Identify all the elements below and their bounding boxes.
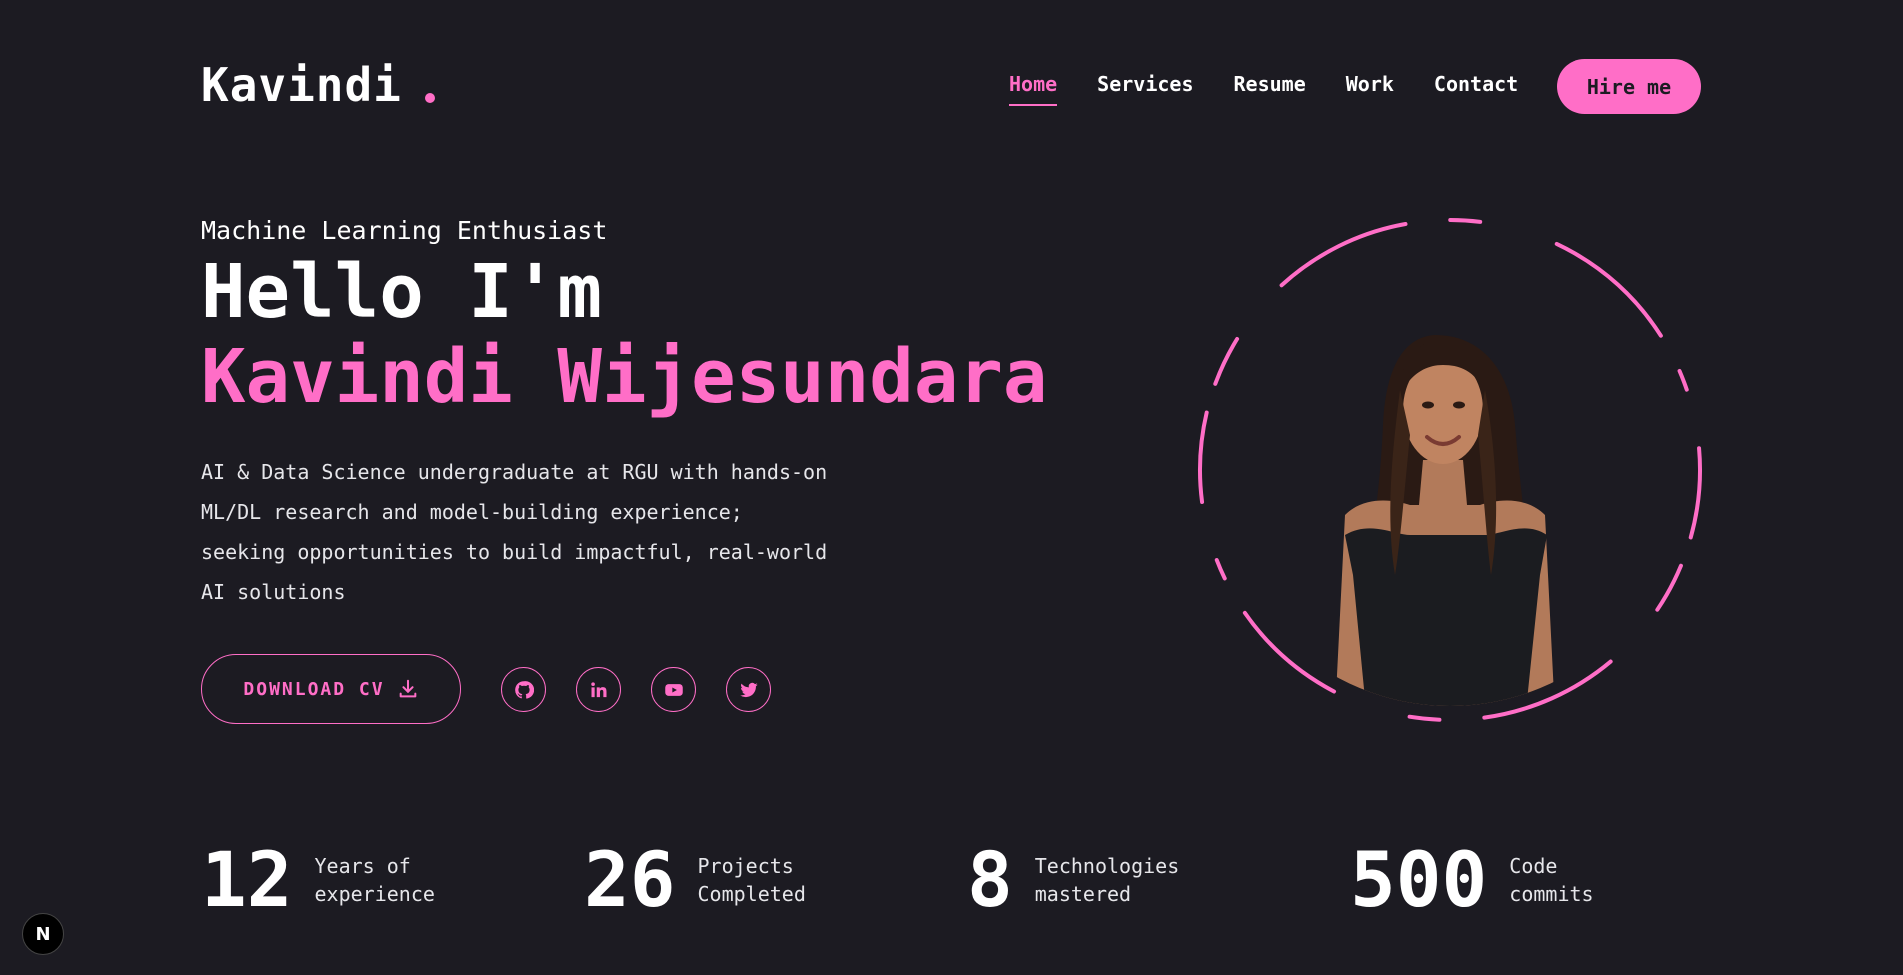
stat-label-line: Projects: [697, 854, 794, 878]
linkedin-link[interactable]: [576, 667, 621, 712]
download-cv-label: DOWNLOAD CV: [243, 678, 385, 700]
stat-item: 12 Years of experience: [201, 840, 435, 920]
twitter-icon: [739, 682, 758, 697]
nav-home[interactable]: Home: [1009, 72, 1058, 106]
stat-label-line: Years of: [314, 854, 411, 878]
nav-work[interactable]: Work: [1346, 72, 1394, 96]
stat-label-line: experience: [314, 882, 435, 906]
nav-contact[interactable]: Contact: [1434, 72, 1518, 96]
youtube-link[interactable]: [651, 667, 696, 712]
stat-label: Technologies mastered: [1035, 852, 1180, 908]
main-nav: Home Services Resume Work Contact: [1009, 72, 1518, 106]
portrait-photo: [1335, 335, 1555, 706]
nextjs-badge[interactable]: N: [22, 913, 64, 955]
portrait-section: [1195, 215, 1705, 725]
github-icon: [514, 680, 534, 699]
download-cv-button[interactable]: DOWNLOAD CV: [201, 654, 461, 724]
nav-services[interactable]: Services: [1097, 72, 1193, 96]
bio-line: ML/DL research and model-building experi…: [201, 500, 743, 524]
hero-greeting: Hello I'm: [201, 249, 602, 335]
hero-bio: AI & Data Science undergraduate at RGU w…: [201, 452, 851, 612]
stat-label-line: Technologies: [1034, 854, 1180, 878]
stat-item: 26 Projects Completed: [584, 840, 806, 920]
stats-row: 12 Years of experience 26 Projects Compl…: [201, 840, 1701, 920]
bio-line: AI & Data Science undergraduate at RGU w…: [201, 460, 828, 484]
twitter-link[interactable]: [726, 667, 771, 712]
hero-subtitle: Machine Learning Enthusiast: [201, 216, 608, 245]
stat-label-line: commits: [1509, 882, 1594, 906]
stat-number: 26: [584, 835, 676, 924]
hire-me-button[interactable]: Hire me: [1557, 59, 1701, 114]
site-logo[interactable]: Kavindi: [201, 58, 402, 112]
stat-label-line: mastered: [1034, 882, 1132, 906]
stat-item: 500 Code commits: [1350, 840, 1594, 920]
linkedin-icon: [590, 681, 606, 697]
social-links: [501, 667, 771, 712]
hero-name: Kavindi Wijesundara: [201, 334, 1048, 420]
stat-number: 12: [201, 835, 293, 924]
logo-dot: [425, 93, 435, 103]
stat-label-line: Code: [1509, 854, 1558, 878]
stat-label: Code commits: [1509, 852, 1593, 908]
stat-item: 8 Technologies mastered: [967, 840, 1179, 920]
stat-label: Years of experience: [315, 852, 435, 908]
stat-number: 8: [967, 835, 1013, 924]
download-icon: [399, 679, 416, 698]
stat-number: 500: [1350, 835, 1488, 924]
youtube-icon: [664, 683, 683, 696]
stat-label-line: Completed: [697, 882, 806, 906]
github-link[interactable]: [501, 667, 546, 712]
nav-resume[interactable]: Resume: [1234, 72, 1306, 96]
stat-label: Projects Completed: [698, 852, 806, 908]
bio-line: seeking opportunities to build impactful…: [201, 540, 828, 564]
bio-line: AI solutions: [201, 580, 346, 604]
